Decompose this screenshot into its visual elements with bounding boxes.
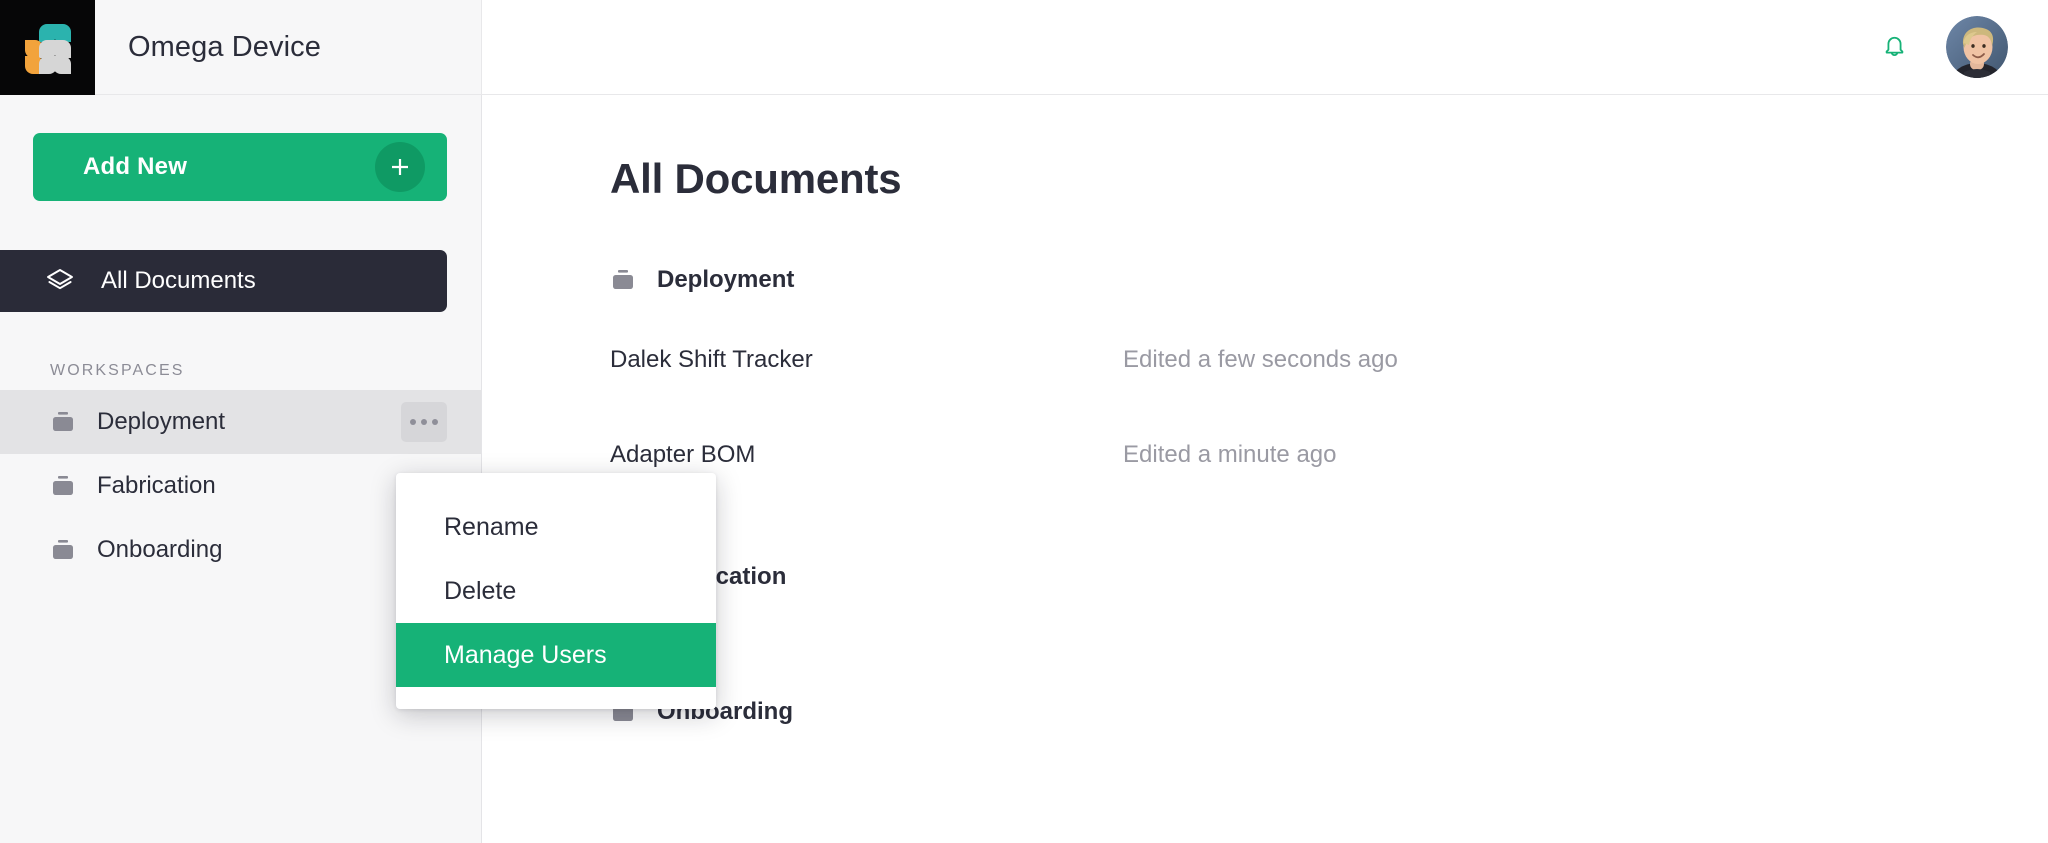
petal-grid-logo-icon bbox=[24, 23, 71, 74]
sidebar: Add New All Documents WORKSPACES Deploym… bbox=[0, 95, 482, 843]
plus-glyph-icon bbox=[392, 159, 408, 175]
document-name: Adapter BOM bbox=[610, 441, 756, 468]
sidebar-item-deployment-label: Deployment bbox=[97, 408, 226, 435]
sidebar-item-deployment[interactable]: Deployment bbox=[0, 390, 481, 454]
sidebar-item-all-documents-label: All Documents bbox=[101, 267, 256, 294]
add-new-label: Add New bbox=[83, 153, 188, 180]
context-menu-item-manage-users[interactable]: Manage Users bbox=[396, 623, 716, 687]
group-header: Deployment bbox=[610, 260, 2048, 300]
plus-icon bbox=[375, 142, 425, 192]
brand-title: Omega Device bbox=[128, 30, 321, 63]
top-bar: Omega Device bbox=[0, 0, 2048, 95]
document-edited: Edited a minute ago bbox=[1123, 441, 1337, 468]
context-menu-item-label: Delete bbox=[444, 576, 517, 605]
page-title: All Documents bbox=[610, 155, 902, 202]
briefcase-icon bbox=[53, 412, 73, 431]
sidebar-section-label: WORKSPACES bbox=[50, 362, 185, 379]
layers-icon bbox=[47, 269, 73, 290]
document-edited: Edited a few seconds ago bbox=[1123, 346, 1398, 373]
avatar[interactable] bbox=[1946, 16, 2008, 78]
context-menu-item-delete[interactable]: Delete bbox=[396, 559, 716, 623]
document-name: Dalek Shift Tracker bbox=[610, 346, 813, 373]
group-header: Fabrication bbox=[610, 557, 2048, 597]
notifications-button[interactable] bbox=[1874, 27, 1914, 67]
body: Add New All Documents WORKSPACES Deploym… bbox=[0, 95, 2048, 843]
top-bar-actions bbox=[1874, 0, 2048, 94]
ellipsis-dot bbox=[410, 419, 416, 425]
sidebar-item-all-documents[interactable]: All Documents bbox=[0, 250, 447, 312]
group-title: Deployment bbox=[657, 266, 795, 293]
brand-zone: Omega Device bbox=[95, 0, 482, 94]
document-group-onboarding: Onboarding bbox=[482, 692, 2048, 732]
context-menu-item-label: Rename bbox=[444, 512, 539, 541]
sidebar-item-onboarding-label: Onboarding bbox=[97, 536, 223, 563]
main-content: All Documents Deployment Dalek Shift Tra… bbox=[482, 95, 2048, 843]
briefcase-icon bbox=[613, 270, 633, 289]
document-group-fabrication: Fabrication bbox=[482, 557, 2048, 597]
context-menu-item-label: Manage Users bbox=[444, 640, 607, 669]
ellipsis-dot bbox=[421, 419, 427, 425]
document-row[interactable]: Adapter BOM Edited a minute ago bbox=[610, 423, 2048, 487]
group-header: Onboarding bbox=[610, 692, 2048, 732]
workspace-menu-button-deployment[interactable] bbox=[401, 402, 447, 442]
sidebar-item-fabrication-label: Fabrication bbox=[97, 472, 216, 499]
app-root: Omega Device Add New All Documents WORKS… bbox=[0, 0, 2048, 843]
user-avatar-icon bbox=[1946, 16, 2008, 78]
context-menu-item-rename[interactable]: Rename bbox=[396, 495, 716, 559]
document-row[interactable]: Dalek Shift Tracker Edited a few seconds… bbox=[610, 328, 2048, 392]
top-bar-spacer bbox=[482, 0, 1874, 94]
briefcase-icon bbox=[53, 476, 73, 495]
bell-icon bbox=[1885, 36, 1903, 56]
ellipsis-dot bbox=[432, 419, 438, 425]
briefcase-icon bbox=[53, 540, 73, 559]
add-new-button[interactable]: Add New bbox=[33, 133, 447, 201]
workspace-context-menu: Rename Delete Manage Users bbox=[396, 473, 716, 709]
app-logo[interactable] bbox=[0, 0, 95, 95]
document-group-deployment: Deployment Dalek Shift Tracker Edited a … bbox=[482, 260, 2048, 487]
